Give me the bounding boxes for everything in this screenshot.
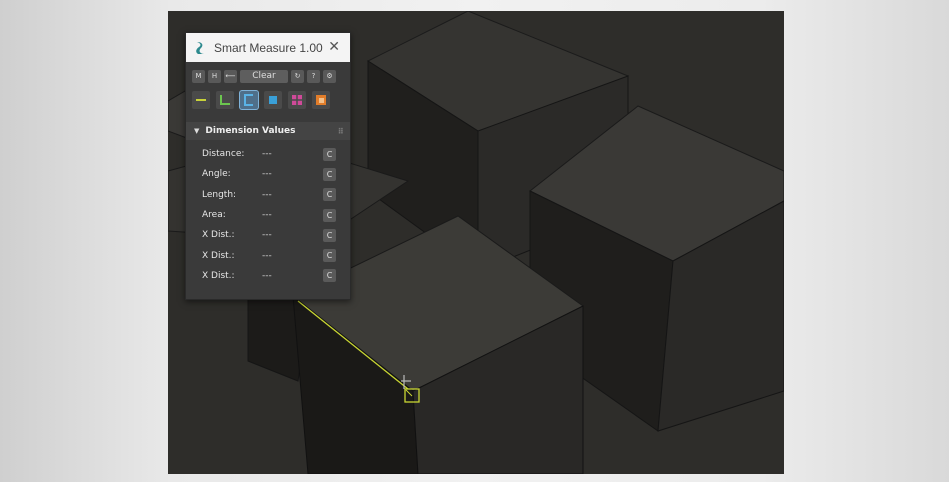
h-button[interactable]: H <box>208 69 221 83</box>
row-angle: Angle: --- C <box>186 164 350 184</box>
help-icon[interactable]: ? <box>307 69 320 83</box>
row-value: --- <box>262 169 272 180</box>
row-label: X Dist.: <box>202 250 235 261</box>
row-area: Area: --- C <box>186 205 350 225</box>
copy-button[interactable]: C <box>323 269 336 283</box>
copy-button[interactable]: C <box>323 228 336 242</box>
close-icon[interactable]: ✕ <box>328 39 340 55</box>
area-measure-icon[interactable] <box>264 91 282 109</box>
row-distance: Distance: --- C <box>186 144 350 164</box>
copy-button[interactable]: C <box>323 249 336 263</box>
row-value: --- <box>262 250 272 261</box>
row-x-dist-3: X Dist.: --- C <box>186 266 350 286</box>
row-length: Length: --- C <box>186 185 350 205</box>
row-x-dist-1: X Dist.: --- C <box>186 225 350 245</box>
smart-measure-app-icon <box>196 41 205 54</box>
row-label: Length: <box>202 189 237 200</box>
panel-title: Smart Measure 1.00 <box>214 40 323 55</box>
row-label: Area: <box>202 210 226 221</box>
box-measure-icon[interactable] <box>312 91 330 109</box>
clear-button[interactable]: Clear <box>240 69 288 83</box>
row-value: --- <box>262 210 272 221</box>
row-label: X Dist.: <box>202 230 235 241</box>
collapse-arrow-icon[interactable]: ▼ <box>194 127 199 135</box>
m-button[interactable]: M <box>192 69 205 83</box>
dimension-rows: Distance: --- C Angle: --- C Length: ---… <box>186 140 350 286</box>
settings-icon[interactable]: ⚙ <box>323 69 336 83</box>
row-x-dist-2: X Dist.: --- C <box>186 245 350 265</box>
back-arrow-icon[interactable]: ⟵ <box>224 69 237 83</box>
refresh-icon[interactable]: ↻ <box>291 69 304 83</box>
copy-button[interactable]: C <box>323 167 336 181</box>
dimension-values-header[interactable]: ▼ Dimension Values ⠿ <box>186 122 350 140</box>
smart-measure-panel: Smart Measure 1.00 ✕ M H ⟵ Clear ↻ ? ⚙ ▼ <box>185 32 351 300</box>
section-menu-icon[interactable]: ⠿ <box>338 127 344 136</box>
copy-button[interactable]: C <box>323 188 336 202</box>
copy-button[interactable]: C <box>323 208 336 222</box>
row-value: --- <box>262 270 272 281</box>
line-measure-icon[interactable] <box>192 91 210 109</box>
row-value: --- <box>262 149 272 160</box>
x-dist-measure-icon[interactable] <box>288 91 306 109</box>
row-value: --- <box>262 189 272 200</box>
row-label: Angle: <box>202 169 231 180</box>
length-measure-icon[interactable] <box>240 91 258 109</box>
row-value: --- <box>262 230 272 241</box>
panel-toolbar: M H ⟵ Clear ↻ ? ⚙ <box>186 62 350 84</box>
panel-titlebar[interactable]: Smart Measure 1.00 ✕ <box>186 33 350 62</box>
measure-tools <box>186 84 350 116</box>
row-label: X Dist.: <box>202 270 235 281</box>
copy-button[interactable]: C <box>323 147 336 161</box>
angle-measure-icon[interactable] <box>216 91 234 109</box>
section-title: Dimension Values <box>205 126 296 136</box>
row-label: Distance: <box>202 149 245 160</box>
